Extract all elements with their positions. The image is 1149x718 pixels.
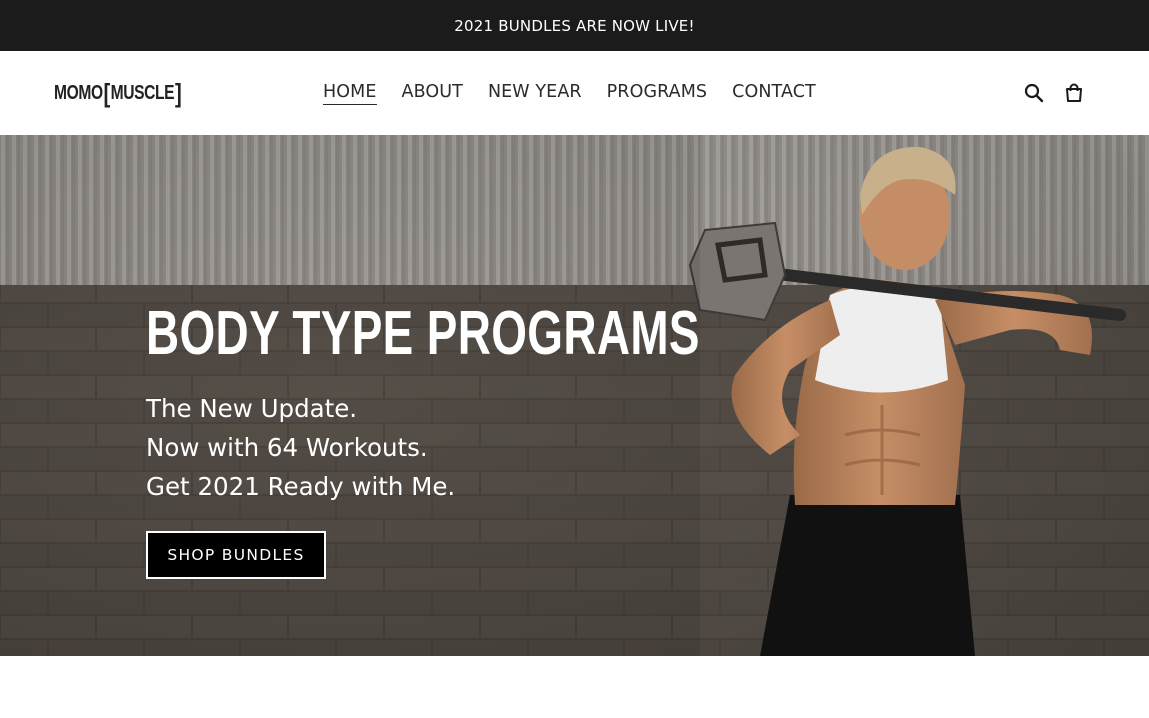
announcement-bar: 2021 BUNDLES ARE NOW LIVE! [0, 0, 1149, 51]
nav-item-contact[interactable]: CONTACT [732, 82, 816, 105]
hero-line: The New Update. [146, 394, 358, 423]
nav-item-about[interactable]: ABOUT [402, 82, 463, 105]
logo-bracket-open: [ [103, 78, 110, 108]
announcement-text: 2021 BUNDLES ARE NOW LIVE! [454, 16, 695, 35]
nav-item-new-year[interactable]: NEW YEAR [488, 82, 582, 105]
hero-banner: BODY TYPE PROGRAMS The New Update. Now w… [0, 135, 1149, 656]
site-header: MOMO [ MUSCLE ] HOME ABOUT NEW YEAR PROG… [0, 51, 1149, 135]
hero-line: Now with 64 Workouts. [146, 433, 428, 462]
shop-bundles-button[interactable]: SHOP BUNDLES [146, 531, 326, 579]
search-icon[interactable] [1023, 82, 1045, 104]
main-nav: HOME ABOUT NEW YEAR PROGRAMS CONTACT [323, 51, 841, 135]
cart-icon[interactable] [1063, 82, 1085, 104]
logo-bracket-close: ] [174, 78, 182, 108]
nav-item-programs[interactable]: PROGRAMS [607, 82, 707, 105]
page-body-start [0, 656, 1149, 718]
logo-word-momo: MOMO [54, 81, 103, 104]
hero-subtitle: The New Update. Now with 64 Workouts. Ge… [146, 389, 895, 506]
hero-title: BODY TYPE PROGRAMS [146, 299, 700, 368]
hero-content: BODY TYPE PROGRAMS The New Update. Now w… [146, 299, 895, 579]
hero-line: Get 2021 Ready with Me. [146, 472, 456, 501]
logo-word-muscle: MUSCLE [110, 81, 175, 104]
site-logo[interactable]: MOMO [ MUSCLE ] [54, 79, 182, 107]
nav-item-home[interactable]: HOME [323, 82, 377, 105]
